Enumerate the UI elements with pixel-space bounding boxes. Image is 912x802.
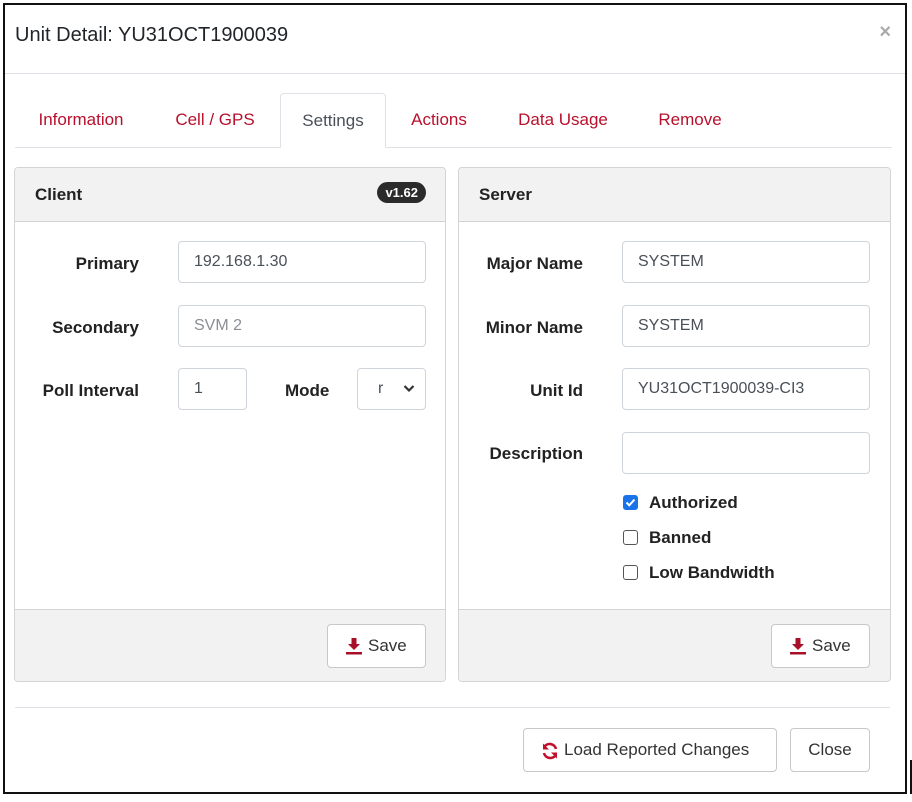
server-card: Server Major Name SYSTEM Minor Name SYST… (458, 167, 891, 682)
major-name-label: Major Name (486, 254, 583, 273)
version-badge: v1.62 (377, 182, 426, 203)
client-card: Client v1.62 Primary 192.168.1.30 Second… (14, 167, 446, 682)
client-card-footer: Save (15, 609, 445, 681)
client-title: Client (35, 185, 83, 204)
low-bandwidth-label: Low Bandwidth (649, 563, 775, 582)
poll-interval-label: Poll Interval (42, 381, 139, 400)
download-icon (790, 638, 806, 655)
secondary-input[interactable]: SVM 2 (178, 305, 426, 347)
client-save-button[interactable]: Save (327, 624, 426, 668)
unit-id-input[interactable]: YU31OCT1900039-CI3 (622, 368, 870, 410)
unit-id-label: Unit Id (530, 381, 583, 400)
poll-interval-input[interactable]: 1 (178, 368, 247, 410)
modal-footer-divider (15, 707, 890, 708)
tab-settings[interactable]: Settings (280, 93, 386, 148)
client-card-header: Client v1.62 (15, 168, 445, 222)
secondary-label: Secondary (52, 318, 139, 337)
mode-select[interactable]: r (357, 368, 426, 410)
server-save-label: Save (812, 636, 851, 655)
server-save-button[interactable]: Save (771, 624, 870, 668)
minor-name-label: Minor Name (485, 318, 583, 337)
major-name-input[interactable]: SYSTEM (622, 241, 870, 283)
description-label: Description (489, 444, 583, 463)
tab-bar: Information Cell / GPS Settings Actions … (15, 93, 892, 148)
tab-data-usage[interactable]: Data Usage (503, 93, 623, 147)
mode-select-value: r (378, 380, 384, 397)
chevron-down-icon (403, 385, 415, 393)
server-title: Server (479, 185, 532, 204)
tab-remove[interactable]: Remove (647, 93, 733, 147)
download-icon (346, 638, 362, 655)
unit-detail-modal: Unit Detail: YU31OCT1900039 × Informatio… (3, 3, 907, 794)
close-button[interactable]: Close (790, 728, 870, 772)
load-reported-changes-button[interactable]: Load Reported Changes (523, 728, 777, 772)
modal-header: Unit Detail: YU31OCT1900039 × (5, 5, 905, 74)
minor-name-input[interactable]: SYSTEM (622, 305, 870, 347)
authorized-checkbox[interactable] (623, 495, 638, 510)
client-save-label: Save (368, 636, 407, 655)
close-button-label: Close (808, 740, 852, 759)
close-icon[interactable]: × (879, 21, 891, 44)
tab-information[interactable]: Information (25, 93, 137, 147)
check-icon (625, 498, 636, 507)
description-input[interactable] (622, 432, 870, 474)
authorized-label: Authorized (649, 493, 738, 512)
server-card-header: Server (459, 168, 890, 222)
tab-cell-gps[interactable]: Cell / GPS (163, 93, 267, 147)
tab-actions[interactable]: Actions (401, 93, 477, 147)
banned-checkbox[interactable] (623, 530, 638, 545)
modal-title: Unit Detail: YU31OCT1900039 (15, 24, 289, 46)
primary-label: Primary (75, 254, 139, 273)
server-card-footer: Save (459, 609, 890, 681)
primary-input[interactable]: 192.168.1.30 (178, 241, 426, 283)
refresh-icon (542, 742, 558, 760)
low-bandwidth-checkbox[interactable] (623, 565, 638, 580)
load-reported-changes-label: Load Reported Changes (564, 740, 750, 759)
mode-label: Mode (285, 381, 330, 400)
banned-label: Banned (649, 528, 712, 547)
